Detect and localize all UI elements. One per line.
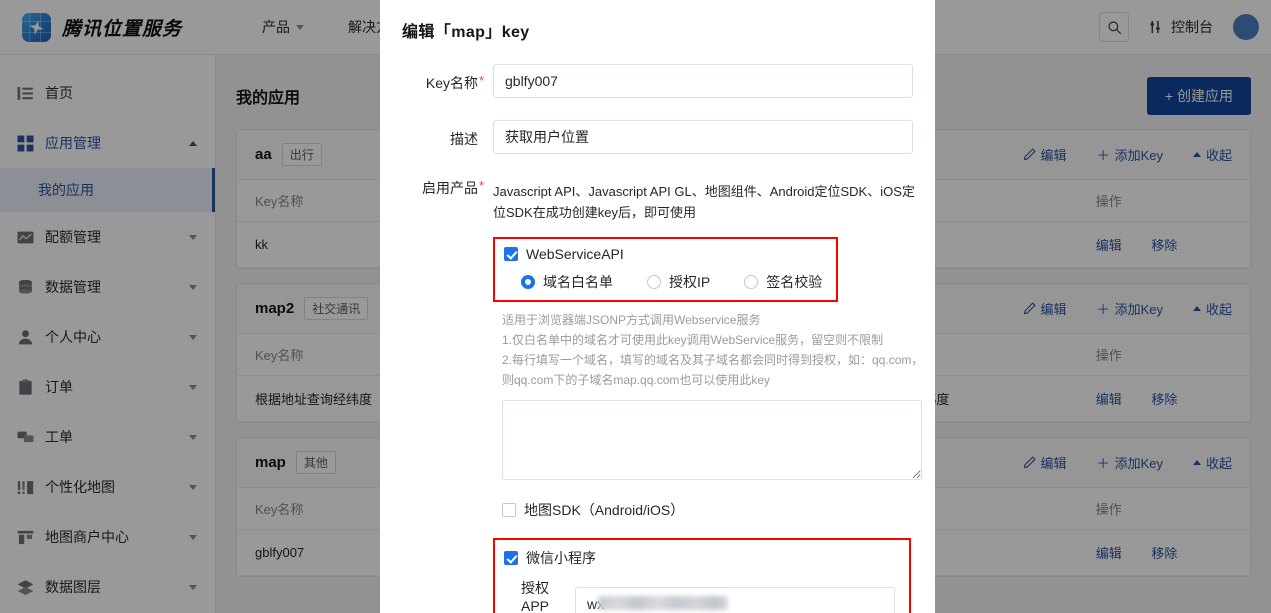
webservice-hints: 适用于浏览器端JSONP方式调用Webservice服务 1.仅白名单中的域名才… <box>493 302 923 390</box>
wechat-mini-checkbox[interactable] <box>504 551 518 565</box>
app-root: 腾讯位置服务 产品 解决方案 控制台 首页 应用管理 我的应用 配额管理 数据管… <box>0 0 1271 613</box>
auth-mode-radio-group: 域名白名单 授权IP 签名校验 <box>504 272 822 292</box>
webservice-group: WebServiceAPI 域名白名单 授权IP 签名校验 适用于浏览器端JSO… <box>388 237 923 613</box>
radio-domain-whitelist[interactable]: 域名白名单 <box>521 272 613 292</box>
map-sdk-checkbox[interactable] <box>502 503 516 517</box>
radio-domain-whitelist-dot[interactable] <box>521 275 535 289</box>
radio-signature-check-dot[interactable] <box>744 275 759 289</box>
webservice-hint-0: 适用于浏览器端JSONP方式调用Webservice服务 <box>502 313 761 327</box>
form-row-description: 描述 <box>388 120 913 154</box>
required-asterisk: * <box>479 73 485 88</box>
products-label-text: 启用产品 <box>422 180 478 196</box>
webservice-checkbox[interactable] <box>504 247 518 261</box>
map-sdk-checkbox-row[interactable]: 地图SDK（Android/iOS） <box>493 500 911 520</box>
edit-key-form: Key名称* 描述 启用产品* Javascript API、Jav <box>380 42 935 613</box>
webservice-hint-2: 2.每行填写一个域名，填写的域名及其子域名都会同时得到授权，如：qq.com，则… <box>502 353 924 387</box>
whitelist-field-wrap <box>493 390 922 483</box>
key-name-label-text: Key名称 <box>425 75 478 91</box>
radio-signature-check[interactable]: 签名校验 <box>744 272 822 292</box>
webservice-label: WebServiceAPI <box>526 246 624 262</box>
appid-row: 授权 APP ID* <box>504 578 895 613</box>
edit-key-modal: 编辑「map」key Key名称* 描述 启 <box>380 0 935 613</box>
map-sdk-label: 地图SDK（Android/iOS） <box>524 502 685 518</box>
products-label: 启用产品 * <box>388 176 484 198</box>
radio-signature-check-label: 签名校验 <box>766 274 823 290</box>
radio-authorized-ip[interactable]: 授权IP <box>647 272 710 292</box>
description-field-wrap <box>478 120 913 154</box>
key-name-label: Key名称 * <box>388 64 484 93</box>
required-asterisk: * <box>479 178 485 193</box>
appid-input[interactable] <box>575 587 895 613</box>
domain-whitelist-textarea[interactable] <box>502 400 922 480</box>
webservice-hint-1: 1.仅白名单中的域名才可使用此key调用WebService服务，留空则不限制 <box>502 333 884 347</box>
products-note: Javascript API、Javascript API GL、地图组件、An… <box>493 184 915 220</box>
webservice-highlight-box: WebServiceAPI 域名白名单 授权IP 签名校验 <box>493 237 839 302</box>
appid-label: 授权 APP ID* <box>521 578 565 613</box>
appid-label-text: 授权 APP ID <box>521 580 549 613</box>
modal-title: 编辑「map」key <box>402 24 530 41</box>
description-label: 描述 <box>450 131 478 147</box>
webservice-checkbox-row[interactable]: WebServiceAPI <box>504 246 822 262</box>
key-name-input[interactable] <box>493 64 913 98</box>
radio-authorized-ip-label: 授权IP <box>669 274 711 290</box>
form-row-key-name: Key名称 * <box>388 64 913 98</box>
products-field-wrap: Javascript API、Javascript API GL、地图组件、An… <box>478 176 918 223</box>
wechat-mini-checkbox-row[interactable]: 微信小程序 <box>504 548 895 568</box>
appid-input-wrap <box>575 587 895 613</box>
wechat-mini-label: 微信小程序 <box>526 550 596 566</box>
form-row-products: 启用产品 * Javascript API、Javascript API GL、地… <box>388 176 915 223</box>
radio-authorized-ip-dot[interactable] <box>647 275 661 289</box>
description-input[interactable] <box>493 120 913 154</box>
wechat-mini-highlight-box: 微信小程序 授权 APP ID* <box>493 538 911 613</box>
radio-domain-whitelist-label: 域名白名单 <box>543 274 613 290</box>
key-name-field-wrap <box>478 64 913 98</box>
